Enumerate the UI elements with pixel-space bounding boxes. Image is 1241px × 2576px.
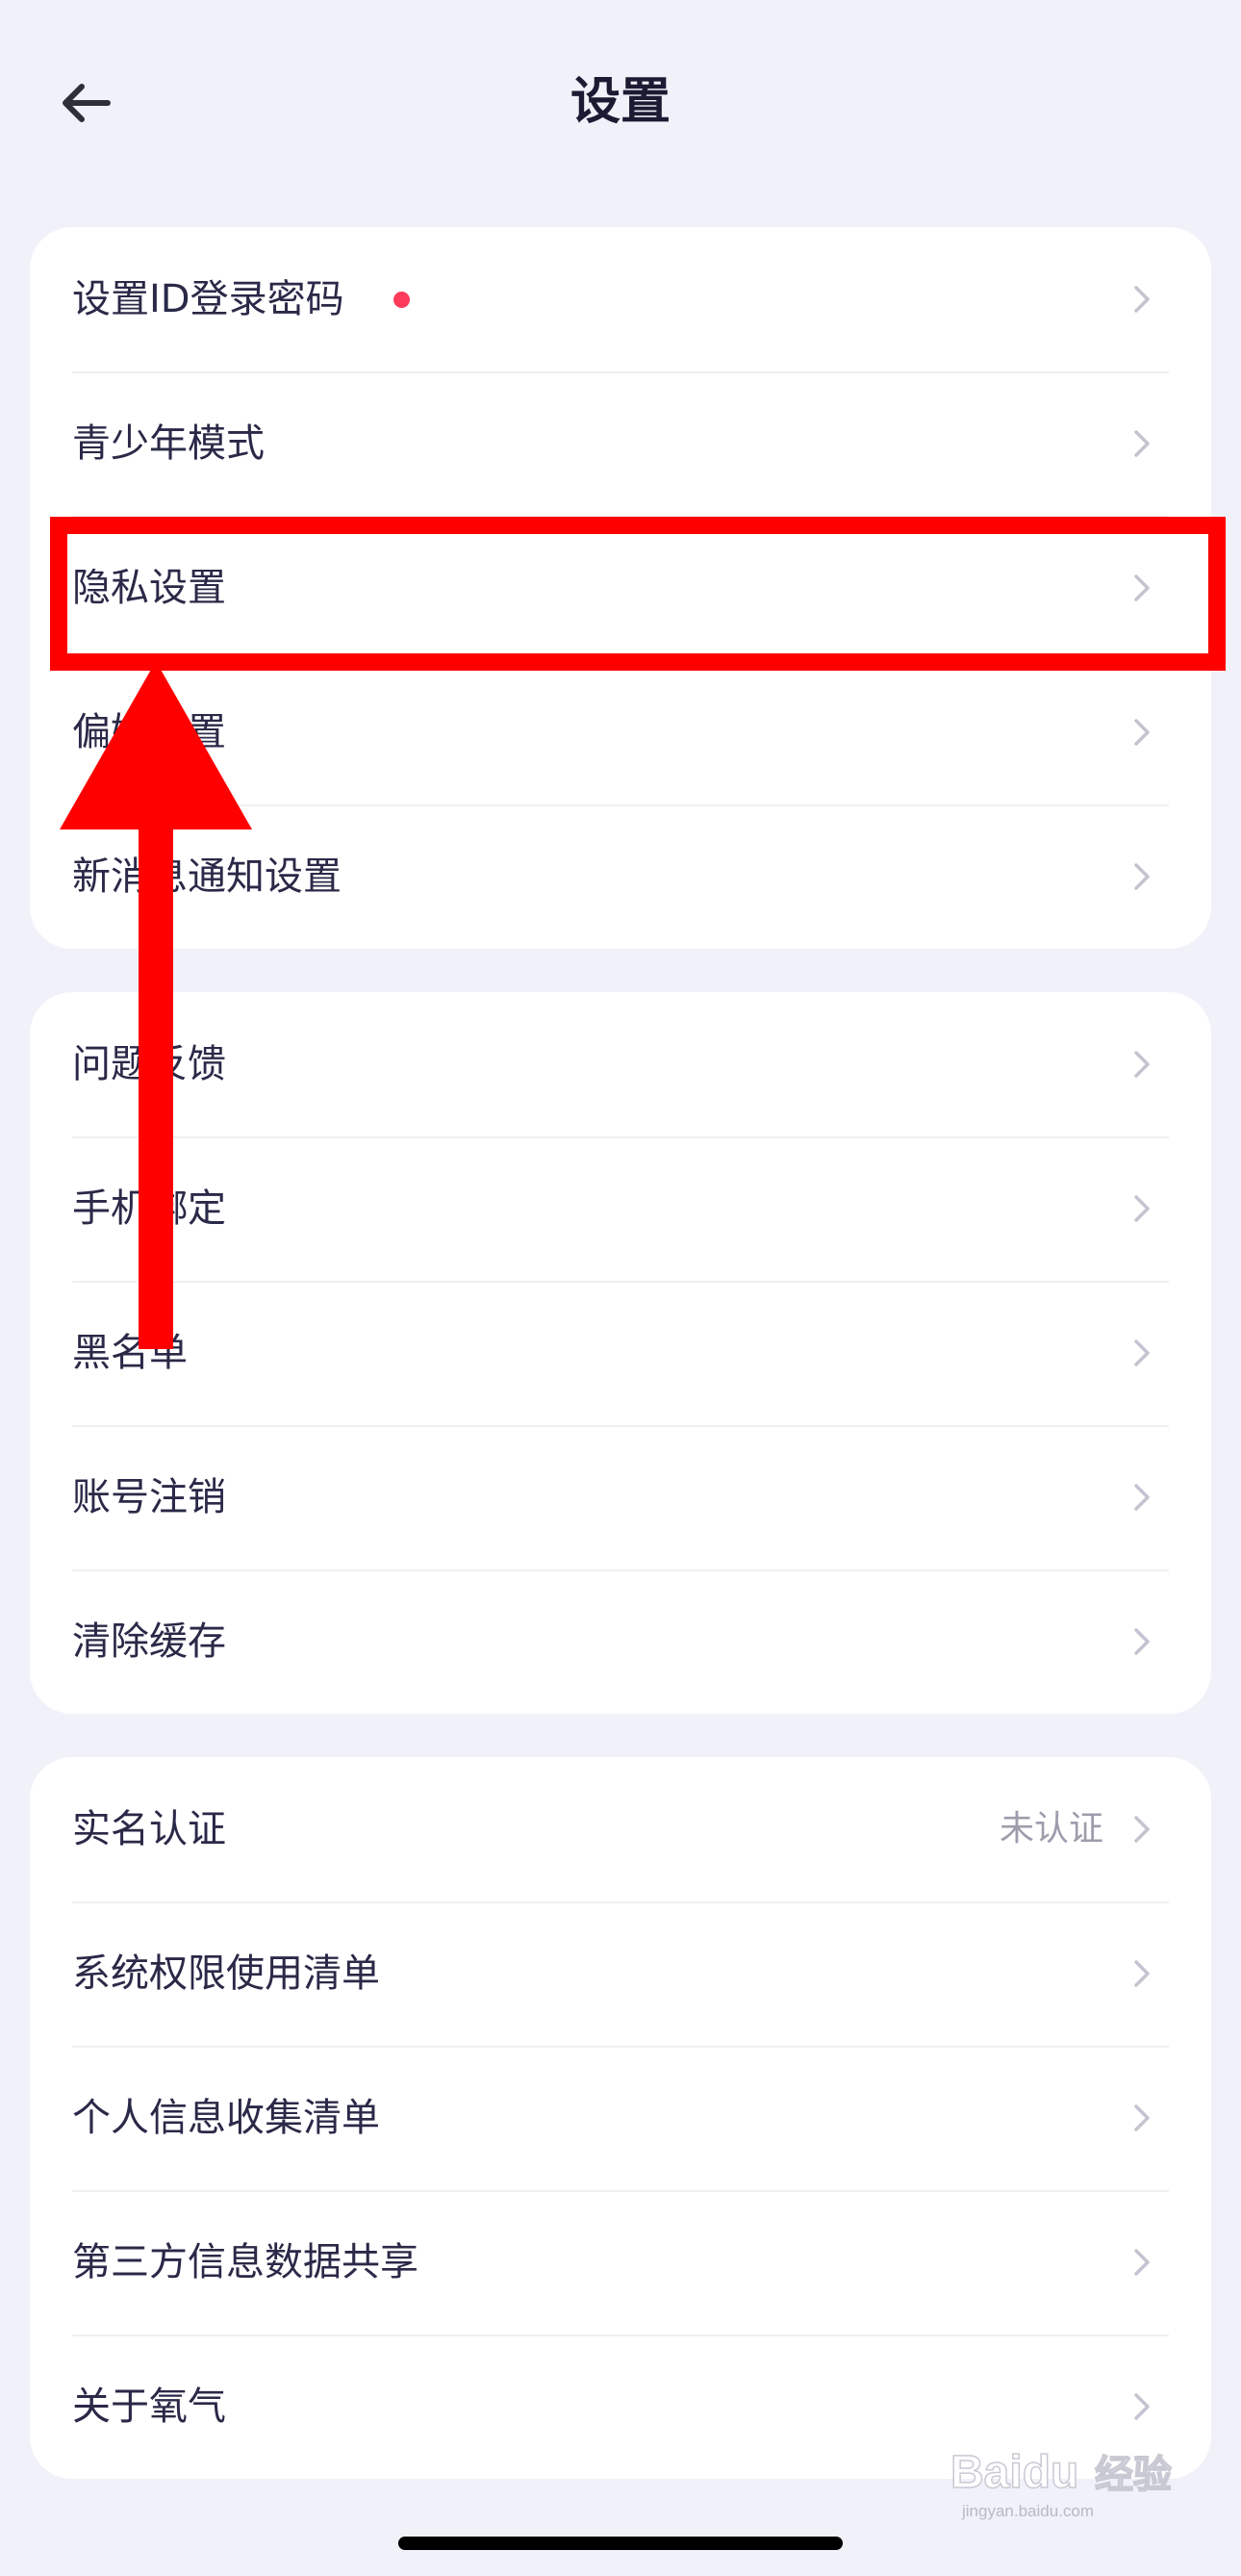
chevron-right-icon <box>1134 1816 1150 1843</box>
row-account-deletion[interactable]: 账号注销 <box>30 1425 1211 1569</box>
row-clear-cache[interactable]: 清除缓存 <box>30 1569 1211 1714</box>
row-personal-info-collection[interactable]: 个人信息收集清单 <box>30 2046 1211 2190</box>
chevron-right-icon <box>1134 2104 1150 2131</box>
chevron-right-icon <box>1134 719 1150 746</box>
chevron-right-icon <box>1134 1339 1150 1366</box>
watermark-url: jingyan.baidu.com <box>961 2502 1094 2520</box>
row-label: 青少年模式 <box>72 421 265 466</box>
page-title: 设置 <box>570 73 671 131</box>
red-arrow-annotation <box>60 661 252 1349</box>
chevron-right-icon <box>1134 2249 1150 2276</box>
row-real-name-verification[interactable]: 实名认证 未认证 <box>30 1757 1211 1901</box>
row-set-id-password[interactable]: 设置ID登录密码 <box>30 227 1211 371</box>
home-indicator <box>398 2537 843 2550</box>
row-teen-mode[interactable]: 青少年模式 <box>30 371 1211 516</box>
new-badge-dot <box>393 292 410 308</box>
row-third-party-data-sharing[interactable]: 第三方信息数据共享 <box>30 2190 1211 2334</box>
chevron-right-icon <box>1134 1195 1150 1222</box>
chevron-right-icon <box>1134 1484 1150 1511</box>
settings-card-info: 实名认证 未认证 系统权限使用清单 个人信息收集清单 第三方信息数据共享 关于氧… <box>30 1757 1211 2479</box>
chevron-right-icon <box>1134 1628 1150 1655</box>
verification-status: 未认证 <box>999 1809 1103 1849</box>
row-label: 系统权限使用清单 <box>72 1951 380 1996</box>
chevron-right-icon <box>1134 1051 1150 1078</box>
row-label: 清除缓存 <box>72 1620 226 1664</box>
row-label: 个人信息收集清单 <box>72 2096 380 2140</box>
row-label: 关于氧气 <box>72 2385 226 2429</box>
chevron-right-icon <box>1134 430 1150 457</box>
row-label: 第三方信息数据共享 <box>72 2240 418 2284</box>
watermark-brand: Baidu <box>950 2447 1078 2498</box>
row-label: 实名认证 <box>72 1807 226 1851</box>
chevron-right-icon <box>1134 286 1150 313</box>
row-system-permissions-list[interactable]: 系统权限使用清单 <box>30 1901 1211 2046</box>
header-bar: 设置 <box>0 0 1241 207</box>
row-label: 设置ID登录密码 <box>72 277 344 321</box>
chevron-right-icon <box>1134 863 1150 890</box>
baidu-jingyan-watermark: Baidu 经验 jingyan.baidu.com <box>950 2446 1173 2520</box>
chevron-right-icon <box>1134 2393 1150 2420</box>
row-label: 账号注销 <box>72 1475 226 1519</box>
watermark-suffix: 经验 <box>1095 2453 1172 2497</box>
chevron-right-icon <box>1134 1960 1150 1987</box>
highlight-box-annotation <box>50 517 1226 671</box>
